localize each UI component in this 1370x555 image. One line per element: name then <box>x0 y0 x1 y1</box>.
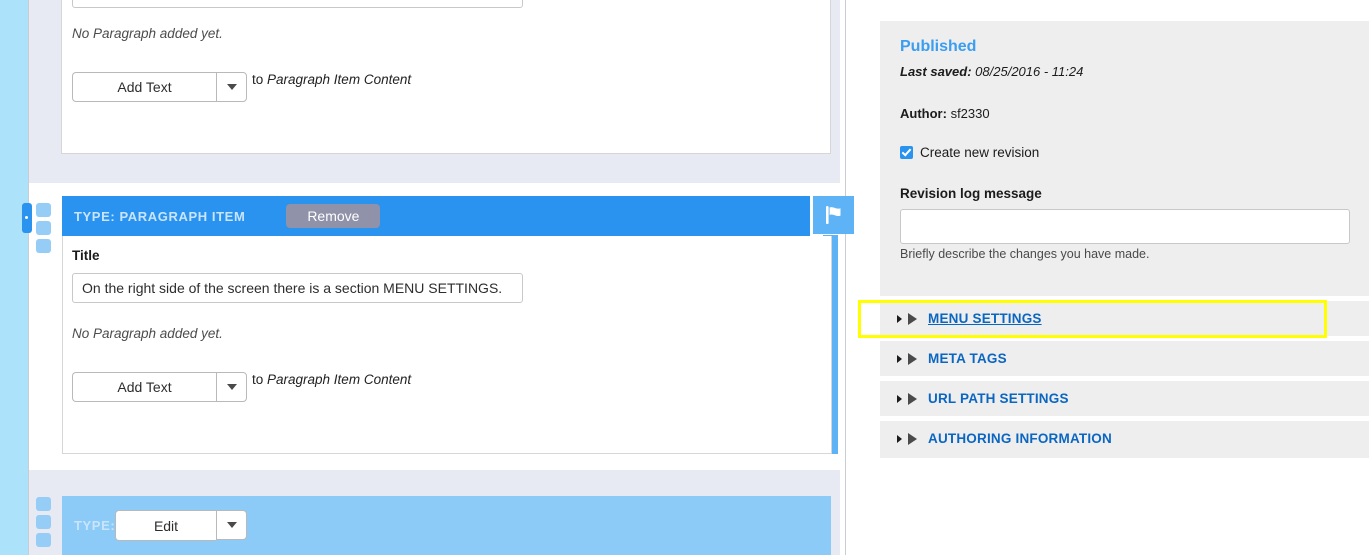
title-field-label: Title <box>72 248 100 263</box>
author-value: sf2330 <box>950 106 990 121</box>
create-new-revision-label: Create new revision <box>920 145 1040 160</box>
create-new-revision-row[interactable]: Create new revision <box>900 145 1039 160</box>
paragraph-item-body <box>62 236 832 454</box>
edit-button[interactable]: Edit <box>115 510 216 541</box>
drag-dot <box>36 221 51 235</box>
drag-dot <box>36 203 51 217</box>
last-saved-value: 08/25/2016 - 11:24 <box>975 64 1084 79</box>
paragraph-item-collapsed[interactable]: TYPE: PARAGRAPH ITEM Edit <box>62 496 831 555</box>
flag-icon[interactable] <box>813 196 854 234</box>
main-column-divider <box>845 0 846 555</box>
no-paragraph-notice-active: No Paragraph added yet. <box>72 326 223 341</box>
caret-right-small-icon <box>897 434 902 443</box>
add-text-dropdown-top[interactable] <box>216 72 247 102</box>
sidebar-item-label: META TAGS <box>928 351 1007 366</box>
caret-right-icon <box>908 312 917 325</box>
drag-dot <box>36 497 51 511</box>
add-text-split-button-active[interactable]: Add Text <box>72 372 247 402</box>
sidebar-item-url-path-settings[interactable]: URL PATH SETTINGS <box>880 381 1369 416</box>
paragraph-type-label: TYPE: PARAGRAPH ITEM <box>74 208 246 224</box>
sidebar-item-label: AUTHORING INFORMATION <box>928 431 1112 446</box>
drag-dot <box>36 239 51 253</box>
author-label: Author: <box>900 106 947 121</box>
edit-split-button[interactable]: Edit <box>115 510 247 541</box>
sidebar-item-menu-settings[interactable]: MENU SETTINGS <box>880 301 1369 336</box>
paragraph-item-header: TYPE: PARAGRAPH ITEM Remove <box>62 196 810 236</box>
caret-right-icon <box>908 352 917 365</box>
drag-dot <box>36 515 51 529</box>
to-target-top: Paragraph Item Content <box>267 72 412 87</box>
sidebar-item-label: URL PATH SETTINGS <box>928 391 1069 406</box>
chevron-down-icon <box>226 384 237 390</box>
drag-handle-icon[interactable] <box>36 497 51 547</box>
no-paragraph-notice-top: No Paragraph added yet. <box>72 26 223 41</box>
sidebar-item-authoring-information[interactable]: AUTHORING INFORMATION <box>880 421 1369 456</box>
caret-right-icon <box>908 392 917 405</box>
to-prefix-top: to <box>252 72 268 87</box>
caret-right-icon <box>908 432 917 445</box>
revision-log-textarea[interactable] <box>900 209 1350 244</box>
add-text-button-top[interactable]: Add Text <box>72 72 216 102</box>
sidebar-item-meta-tags[interactable]: META TAGS <box>880 341 1369 376</box>
paragraph-anchor-tab[interactable] <box>22 203 32 233</box>
chevron-down-icon <box>226 522 237 528</box>
to-prefix-active: to <box>252 372 268 387</box>
add-text-target-top: to Paragraph Item Content <box>252 72 411 87</box>
last-saved-row: Last saved: 08/25/2016 - 11:24 <box>900 64 1083 79</box>
add-text-target-active: to Paragraph Item Content <box>252 372 411 387</box>
caret-right-small-icon <box>897 314 902 323</box>
author-row: Author: sf2330 <box>900 106 990 121</box>
top-title-input[interactable] <box>72 0 523 8</box>
caret-right-small-icon <box>897 394 902 403</box>
create-new-revision-checkbox[interactable] <box>900 146 913 159</box>
add-text-dropdown-active[interactable] <box>216 372 247 402</box>
revision-log-help: Briefly describe the changes you have ma… <box>900 247 1150 261</box>
drag-dot <box>36 533 51 547</box>
revision-log-label: Revision log message <box>900 186 1042 201</box>
title-input[interactable] <box>72 273 523 303</box>
chevron-down-icon <box>226 84 237 90</box>
drag-handle-icon[interactable] <box>36 203 51 253</box>
last-saved-label: Last saved: <box>900 64 972 79</box>
caret-right-small-icon <box>897 354 902 363</box>
sidebar-item-label: MENU SETTINGS <box>928 311 1042 326</box>
add-text-split-button-top[interactable]: Add Text <box>72 72 247 102</box>
remove-button[interactable]: Remove <box>286 204 381 228</box>
add-text-button-active[interactable]: Add Text <box>72 372 216 402</box>
publish-status: Published <box>900 38 977 55</box>
to-target-active: Paragraph Item Content <box>267 372 412 387</box>
edit-dropdown[interactable] <box>216 510 247 540</box>
